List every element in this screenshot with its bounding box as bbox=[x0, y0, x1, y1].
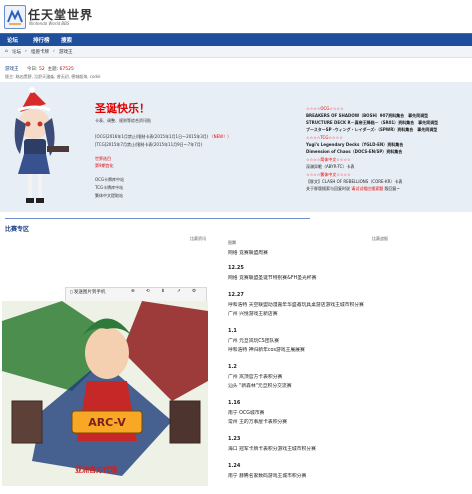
greeting-title: 圣诞快乐！ bbox=[95, 102, 150, 115]
ad-banner-image[interactable]: ARC-V bbox=[2, 301, 208, 486]
search-note: 关于胖版搜索与回复时说 请试试相应搜索题 版回复~ bbox=[306, 186, 400, 191]
section-title: 比赛专区 bbox=[5, 226, 30, 233]
today-count: 52 bbox=[38, 67, 45, 72]
nav-search[interactable]: 搜索 bbox=[61, 36, 72, 44]
simplified-release-link[interactable]: 深渊异眠（ABYR-TC）卡表 bbox=[306, 164, 354, 170]
schedule-item[interactable]: 呼和浩特 神归新年cos游戏王展展赛 bbox=[228, 346, 305, 353]
ad-banner-text: ARC-V bbox=[88, 416, 126, 429]
world-champ-link[interactable]: 世界选目 bbox=[95, 156, 111, 162]
ocg-ban-list-link[interactable]: [OCG]2016年1月禁止/限制卡表(2015年1月1日～2015年3月) （… bbox=[95, 134, 231, 140]
logo-icon bbox=[7, 9, 23, 25]
christmas-character-image bbox=[14, 87, 69, 203]
schedule-item[interactable]: 广州 元旦岚玩CS团队赛 bbox=[228, 337, 279, 344]
tcg-release-link[interactable]: Dimension of Chaos（DOCS-EN/SP）资料集合 bbox=[306, 149, 402, 155]
phone-icon: ▯ bbox=[70, 290, 73, 295]
breadcrumb-category[interactable]: 怪兽卡牌 bbox=[31, 49, 49, 55]
section-divider bbox=[5, 218, 310, 219]
schedule-item[interactable]: 网络 竞赛联盟圣诞节特别赛&FH圣光杯赛 bbox=[228, 274, 316, 281]
tcg-ban-list-link[interactable]: [TCG]2015年7月禁止/限制卡表(2015年11月9日～7年7月) bbox=[95, 142, 202, 148]
breadcrumb-sep: › bbox=[25, 49, 27, 54]
site-subtitle: Nintendo World BBS bbox=[29, 21, 70, 26]
simplified-heading: ☆☆☆☆简体中文☆☆☆☆ bbox=[306, 157, 351, 162]
home-icon[interactable]: ⌂ bbox=[5, 49, 8, 54]
schedule-date: 1.1 bbox=[228, 328, 237, 334]
new-cards-link[interactable]: 第9期宫化 bbox=[95, 163, 114, 169]
schedule-item[interactable]: 南宁 赫腾名家数码游戏王城市积分赛 bbox=[228, 472, 306, 479]
schedule-item[interactable]: 海口 冠军卡牌卡表积分游戏王城市积分赛 bbox=[228, 445, 316, 452]
breadcrumb-forum[interactable]: 论坛 bbox=[12, 49, 21, 55]
intro-text: 卡表、调整、规则等综合资讯贴 bbox=[95, 118, 151, 123]
schedule-header: 图腾 bbox=[228, 240, 236, 245]
schedule-date: 1.23 bbox=[228, 436, 241, 442]
save-icon[interactable]: ⬇ bbox=[161, 289, 165, 294]
ocg-release-link[interactable]: BREAKERS OF SHADOW（BOSH）907资料集合 事先同调型 bbox=[306, 113, 428, 119]
rotate-icon[interactable]: ⟲ bbox=[146, 289, 150, 294]
tcg-release-link[interactable]: Yugi's Legendary Decks（YGLD-EN）资料集合 bbox=[306, 142, 403, 148]
schedule-date: 1.2 bbox=[228, 364, 237, 370]
zoom-icon[interactable]: ⊕ bbox=[131, 289, 135, 294]
share-icon[interactable]: ↗ bbox=[177, 289, 181, 294]
tcg-db-link[interactable]: TCG卡牌库中站 bbox=[95, 185, 123, 191]
top-nav: 论坛 排行榜 搜索 bbox=[0, 33, 472, 46]
schedule-date: 1.24 bbox=[228, 463, 241, 469]
settings-icon[interactable]: ⚙ bbox=[192, 289, 196, 294]
schedule-item[interactable]: 汕头 "新森林"元旦积分交流赛 bbox=[228, 382, 292, 389]
ad-caption: 亚洲官方代理 bbox=[75, 466, 117, 474]
schedule-date: 12.25 bbox=[228, 265, 244, 271]
topics-count: 67525 bbox=[59, 67, 74, 72]
send-to-phone-button[interactable]: ▯ 发送图片到手机 bbox=[70, 289, 105, 295]
nav-forum[interactable]: 论坛 bbox=[7, 36, 18, 44]
ocg-heading: ☆☆☆☆OCG☆☆☆☆ bbox=[306, 106, 344, 111]
schedule-item[interactable]: 南宁 OCG城市赛 bbox=[228, 409, 264, 416]
text-db-link[interactable]: 繁体中文提取站 bbox=[95, 193, 123, 199]
schedule-item[interactable]: 广州 兴悦游戏王新店赛 bbox=[228, 310, 278, 317]
breadcrumb: ⌂ 论坛 › 怪兽卡牌 › 游戏王 bbox=[0, 46, 472, 58]
ocg-db-link[interactable]: OCG卡牌库中站 bbox=[95, 177, 124, 183]
tcg-heading: ☆☆☆☆TCG☆☆☆☆ bbox=[306, 135, 343, 140]
schedule-date: 1.16 bbox=[228, 400, 241, 406]
forum-stats: 今日: 52 主题: 67525 bbox=[27, 67, 74, 72]
match-news-header: 比赛资讯 bbox=[190, 236, 206, 241]
traditional-release-link[interactable]: 【胖文】CLASH OF REBELLIONS（CORE-KR）卡表 bbox=[306, 179, 402, 185]
breadcrumb-current[interactable]: 游戏王 bbox=[59, 49, 73, 55]
moderators: 版主: 暗凶黑野, 泣舒天潘淼, 曾无初, 德城般海, codei bbox=[5, 74, 101, 79]
forum-name: 游戏王 bbox=[5, 67, 19, 72]
search-tip-link[interactable]: 请试试相应搜索题 bbox=[351, 186, 383, 191]
schedule-item[interactable]: 常州 王的万事屋卡表积分赛 bbox=[228, 418, 287, 425]
schedule-item[interactable]: 广州 岚顶官方卡表积分赛 bbox=[228, 373, 282, 380]
schedule-date: 12.27 bbox=[228, 292, 244, 298]
traditional-heading: ☆☆☆☆繁体中文☆☆☆☆ bbox=[306, 172, 351, 177]
ocg-release-link[interactable]: STRUCTURE DECK R－真帝王降临－（SR01）资料集合 事先同调型 bbox=[306, 120, 438, 126]
nav-ranking[interactable]: 排行榜 bbox=[33, 36, 50, 44]
breadcrumb-sep: › bbox=[53, 49, 55, 54]
match-report-header: 比赛战报 bbox=[372, 236, 388, 241]
site-logo[interactable] bbox=[4, 5, 26, 29]
schedule-item[interactable]: 呼和浩特 天空联盟动漫嘉年华盛邀玩具桌游店游戏王城市积分赛 bbox=[228, 301, 364, 308]
ocg-release-link[interactable]: ブースターSP -ウィング・レイダーズ-（SPWR）资料集合 事先同调型 bbox=[306, 127, 437, 133]
schedule-item[interactable]: 网络 竞赛联盟周赛 bbox=[228, 249, 268, 256]
